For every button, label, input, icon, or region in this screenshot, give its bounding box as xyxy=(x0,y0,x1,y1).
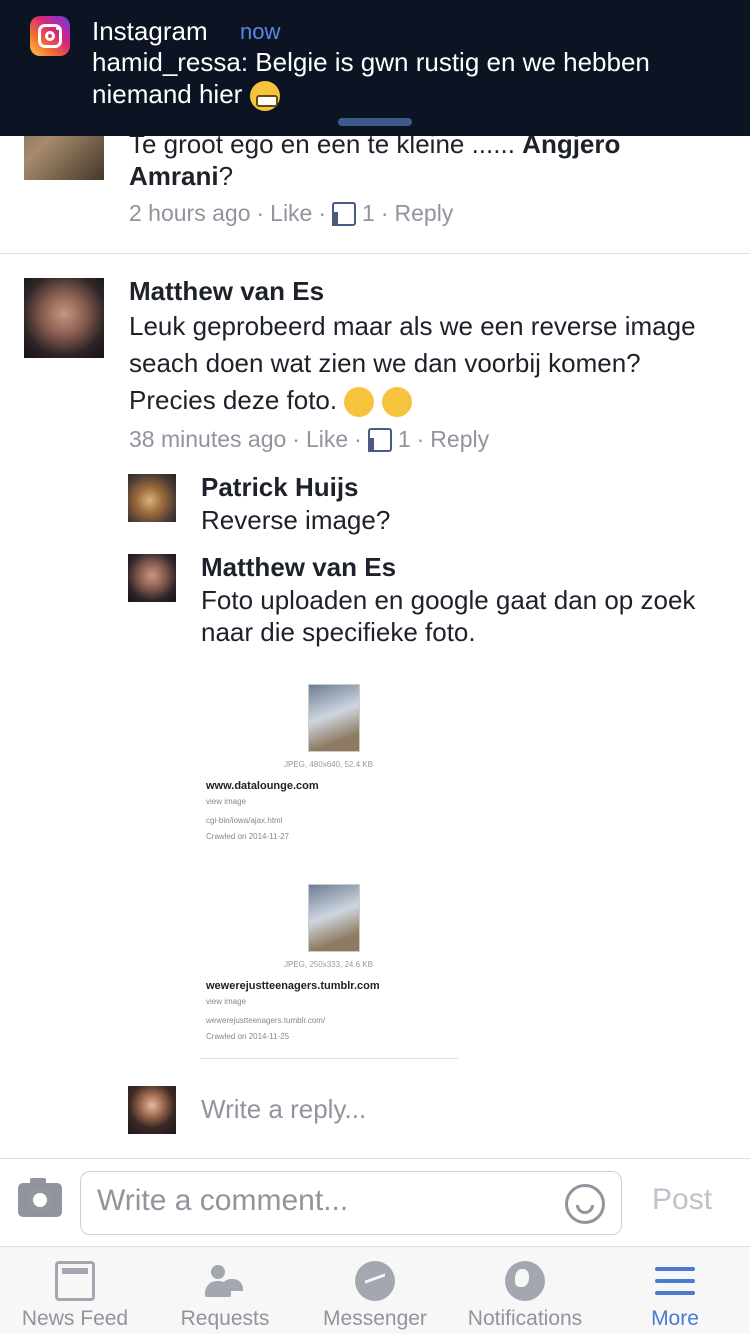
avatar[interactable] xyxy=(24,278,104,358)
result-meta: JPEG, 250x333, 24.6 KB xyxy=(284,960,373,969)
like-link[interactable]: Like xyxy=(270,200,312,227)
emoji-picker-icon[interactable] xyxy=(565,1184,605,1224)
menu-icon xyxy=(655,1261,695,1301)
reply-text: Reverse image? xyxy=(201,505,391,535)
laughing-emoji-icon xyxy=(381,387,412,418)
result-site: www.datalounge.com xyxy=(206,780,319,792)
tab-label: Requests xyxy=(180,1307,270,1330)
reply-author[interactable]: Patrick Huijs xyxy=(201,472,359,503)
result-view: view image xyxy=(206,997,247,1006)
result-path: cgi-bin/iowa/ajax.html xyxy=(206,816,283,825)
friend-requests-icon xyxy=(205,1261,245,1301)
avatar[interactable] xyxy=(128,474,176,522)
like-count[interactable]: 1 xyxy=(398,426,411,453)
tab-requests[interactable]: Requests xyxy=(150,1247,300,1334)
grin-emoji-icon xyxy=(249,81,280,112)
comment-text: Te groot ego en een te kleine ...... Ang… xyxy=(129,129,621,191)
attached-screenshot[interactable]: JPEG, 480x640, 52.4 KB www.datalounge.co… xyxy=(200,680,460,1070)
notification-time: now xyxy=(240,19,281,44)
comment-placeholder: Write a comment... xyxy=(97,1184,349,1217)
reply-author[interactable]: Matthew van Es xyxy=(201,552,396,583)
reply-link[interactable]: Reply xyxy=(395,200,454,227)
tab-notifications[interactable]: Notifications xyxy=(450,1247,600,1334)
comment-meta: 2 hours ago · Like · 1 · Reply xyxy=(129,200,454,227)
comment-time: 2 hours ago xyxy=(129,200,251,226)
reply-link[interactable]: Reply xyxy=(430,426,489,453)
avatar[interactable] xyxy=(128,554,176,602)
divider xyxy=(200,1058,458,1059)
messenger-icon xyxy=(355,1261,395,1301)
like-count[interactable]: 1 xyxy=(362,200,375,227)
comment-text: Leuk geprobeerd maar als we een reverse … xyxy=(129,308,719,419)
result-thumbnail xyxy=(308,884,360,952)
tab-label: News Feed xyxy=(21,1307,129,1330)
result-crawled: Crawled on 2014-11-25 xyxy=(206,1032,290,1041)
like-link[interactable]: Like xyxy=(306,426,348,453)
my-avatar xyxy=(128,1086,176,1134)
result-path: wewerejustteenagers.tumblr.com/ xyxy=(206,1016,326,1025)
write-reply-input[interactable]: Write a reply... xyxy=(201,1094,366,1125)
post-button[interactable]: Post xyxy=(652,1183,712,1217)
result-site: wewerejustteenagers.tumblr.com xyxy=(206,980,380,992)
laughing-emoji-icon xyxy=(344,387,375,418)
reply-text: Foto uploaden en google gaat dan op zoek… xyxy=(201,585,696,647)
result-thumbnail xyxy=(308,684,360,752)
divider xyxy=(0,253,750,254)
instagram-app-icon xyxy=(30,16,70,56)
result-crawled: Crawled on 2014-11-27 xyxy=(206,832,290,841)
tab-label: Messenger xyxy=(323,1307,427,1330)
notification-drag-handle[interactable] xyxy=(338,118,412,126)
like-thumb-icon xyxy=(367,427,392,452)
notification-app-name: Instagram xyxy=(92,16,208,46)
tab-label: More xyxy=(651,1307,699,1330)
tab-more[interactable]: More xyxy=(600,1247,750,1334)
tab-bar: News Feed Requests Messenger Notificatio… xyxy=(0,1246,750,1334)
tab-messenger[interactable]: Messenger xyxy=(300,1247,450,1334)
comment-author[interactable]: Matthew van Es xyxy=(129,276,324,307)
like-thumb-icon xyxy=(332,201,357,226)
result-view: view image xyxy=(206,797,247,806)
comment-meta: 38 minutes ago · Like · 1 · Reply xyxy=(129,426,490,453)
notification-message: hamid_ressa: Belgie is gwn rustig en we … xyxy=(92,46,712,112)
comment-bar: Write a comment... Post xyxy=(0,1158,750,1246)
instagram-notification[interactable]: Instagram now hamid_ressa: Belgie is gwn… xyxy=(0,0,750,136)
tab-news-feed[interactable]: News Feed xyxy=(0,1247,150,1334)
comment-input[interactable]: Write a comment... xyxy=(80,1171,622,1235)
camera-icon[interactable] xyxy=(18,1178,62,1217)
comment-time: 38 minutes ago xyxy=(129,426,287,452)
news-feed-icon xyxy=(55,1261,95,1301)
tab-label: Notifications xyxy=(467,1307,583,1330)
result-meta: JPEG, 480x640, 52.4 KB xyxy=(284,760,373,769)
globe-icon xyxy=(505,1261,545,1301)
